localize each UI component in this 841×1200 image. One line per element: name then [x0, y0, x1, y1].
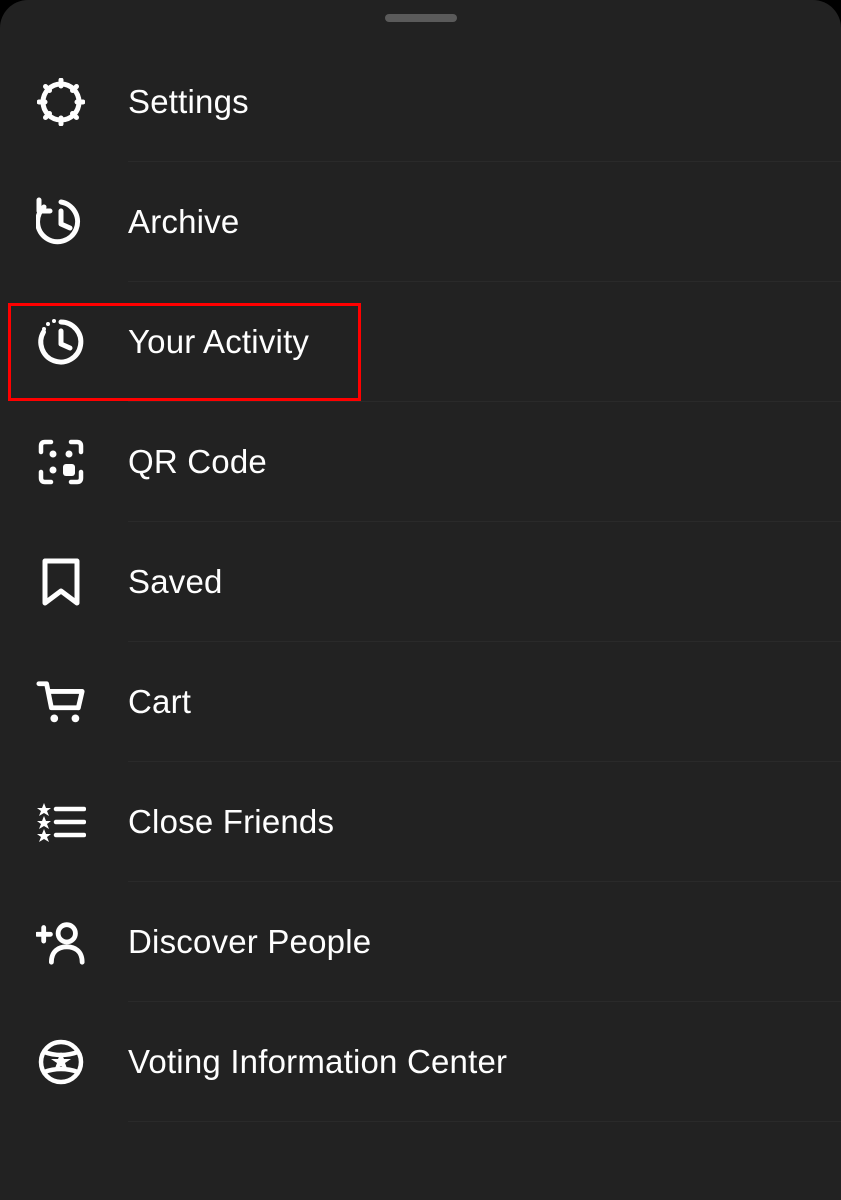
menu-item-label: Saved [128, 563, 223, 601]
menu-item-label: Discover People [128, 923, 371, 961]
menu-item-label: Cart [128, 683, 191, 721]
menu-item-archive[interactable]: Archive [0, 162, 841, 282]
cart-icon [36, 677, 86, 727]
menu-item-close-friends[interactable]: Close Friends [0, 762, 841, 882]
menu-list: Settings Archive [0, 42, 841, 1122]
discover-people-icon [36, 917, 86, 967]
settings-sheet: Settings Archive [0, 0, 841, 1200]
gear-icon [36, 77, 86, 127]
qr-code-icon [36, 437, 86, 487]
menu-item-cart[interactable]: Cart [0, 642, 841, 762]
bookmark-icon [36, 557, 86, 607]
menu-item-label: Your Activity [128, 323, 309, 361]
menu-item-settings[interactable]: Settings [0, 42, 841, 162]
menu-item-label: Voting Information Center [128, 1043, 507, 1081]
menu-item-label: Archive [128, 203, 239, 241]
drag-handle[interactable] [385, 14, 457, 22]
voting-icon [36, 1037, 86, 1087]
menu-item-your-activity[interactable]: Your Activity [0, 282, 841, 402]
activity-icon [36, 317, 86, 367]
menu-item-voting-information-center[interactable]: Voting Information Center [0, 1002, 841, 1122]
menu-item-label: Settings [128, 83, 249, 121]
close-friends-icon [36, 797, 86, 847]
menu-item-discover-people[interactable]: Discover People [0, 882, 841, 1002]
menu-item-qr-code[interactable]: QR Code [0, 402, 841, 522]
menu-item-label: Close Friends [128, 803, 334, 841]
archive-icon [36, 197, 86, 247]
menu-item-label: QR Code [128, 443, 267, 481]
menu-item-saved[interactable]: Saved [0, 522, 841, 642]
